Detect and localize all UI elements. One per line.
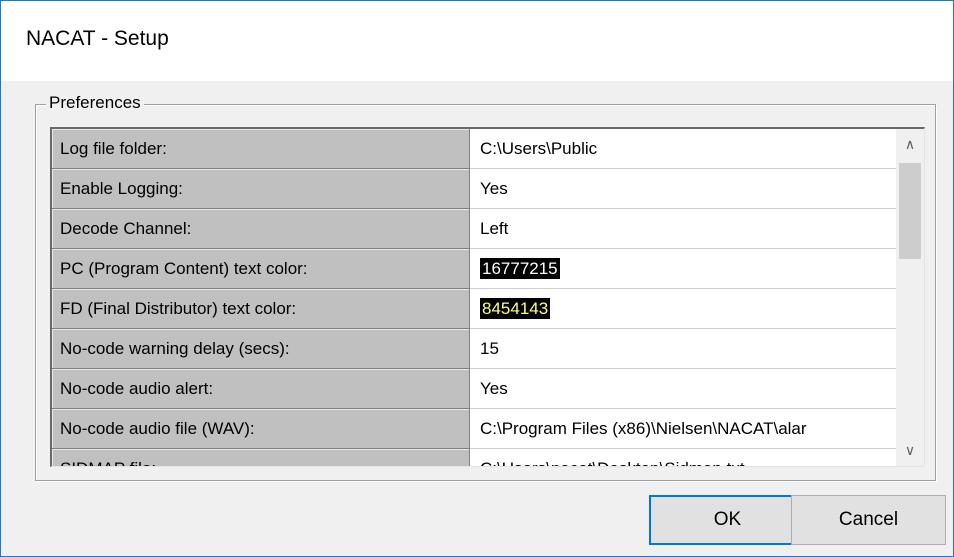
row-value-text: 15 <box>480 339 499 358</box>
grid-row-warning-delay[interactable]: No-code warning delay (secs): 15 <box>52 329 897 369</box>
grid-row-audio-alert[interactable]: No-code audio alert: Yes <box>52 369 897 409</box>
row-value-text: Yes <box>480 179 508 198</box>
title-bar[interactable]: NACAT - Setup <box>1 1 953 81</box>
preferences-grid[interactable]: Log file folder: C:\Users\Public Enable … <box>50 127 925 467</box>
row-label: FD (Final Distributor) text color: <box>52 289 470 329</box>
row-label: No-code audio file (WAV): <box>52 409 470 449</box>
grid-rows: Log file folder: C:\Users\Public Enable … <box>52 129 897 466</box>
row-value[interactable]: Yes <box>470 169 897 209</box>
color-swatch-value: 16777215 <box>480 258 560 279</box>
grid-row-pc-text-color[interactable]: PC (Program Content) text color: 1677721… <box>52 249 897 289</box>
row-label: PC (Program Content) text color: <box>52 249 470 289</box>
cancel-button[interactable]: Cancel <box>791 495 946 545</box>
window-title: NACAT - Setup <box>26 27 169 50</box>
row-value[interactable]: Yes <box>470 369 897 409</box>
grid-row-sidmap-file[interactable]: SIDMAP file: C:\Users\nacat\Desktop\Sidm… <box>52 449 897 466</box>
row-label: No-code audio alert: <box>52 369 470 409</box>
row-value-text: C:\Program Files (x86)\Nielsen\NACAT\ala… <box>480 419 807 438</box>
row-label: Log file folder: <box>52 129 470 169</box>
row-value-text: C:\Users\nacat\Desktop\Sidmap.txt <box>480 459 745 466</box>
row-value[interactable]: Left <box>470 209 897 249</box>
row-label: Decode Channel: <box>52 209 470 249</box>
color-swatch-value: 8454143 <box>480 298 551 319</box>
setup-dialog: NACAT - Setup Preferences Log file folde… <box>0 0 954 557</box>
row-value[interactable]: C:\Users\Public <box>470 129 897 169</box>
grid-row-enable-logging[interactable]: Enable Logging: Yes <box>52 169 897 209</box>
chevron-down-icon[interactable]: ∨ <box>896 435 924 466</box>
row-label: SIDMAP file: <box>52 449 470 466</box>
grid-row-audio-file[interactable]: No-code audio file (WAV): C:\Program Fil… <box>52 409 897 449</box>
row-value-text: C:\Users\Public <box>480 139 598 158</box>
row-value[interactable]: 15 <box>470 329 897 369</box>
ok-button[interactable]: OK <box>649 495 806 545</box>
row-value[interactable]: 16777215 <box>470 249 897 289</box>
row-value-text: Left <box>480 219 509 238</box>
row-value[interactable]: C:\Program Files (x86)\Nielsen\NACAT\ala… <box>470 409 897 449</box>
grid-row-log-file-folder[interactable]: Log file folder: C:\Users\Public <box>52 129 897 169</box>
scrollbar-thumb[interactable] <box>899 163 921 259</box>
row-label: Enable Logging: <box>52 169 470 209</box>
preferences-group-label: Preferences <box>46 93 144 113</box>
grid-row-decode-channel[interactable]: Decode Channel: Left <box>52 209 897 249</box>
row-label: No-code warning delay (secs): <box>52 329 470 369</box>
grid-row-fd-text-color[interactable]: FD (Final Distributor) text color: 84541… <box>52 289 897 329</box>
row-value[interactable]: C:\Users\nacat\Desktop\Sidmap.txt <box>470 449 897 466</box>
chevron-up-icon[interactable]: ∧ <box>896 129 924 161</box>
row-value-text: Yes <box>480 379 508 398</box>
vertical-scrollbar[interactable]: ∧ ∨ <box>896 129 924 466</box>
row-value[interactable]: 8454143 <box>470 289 897 329</box>
